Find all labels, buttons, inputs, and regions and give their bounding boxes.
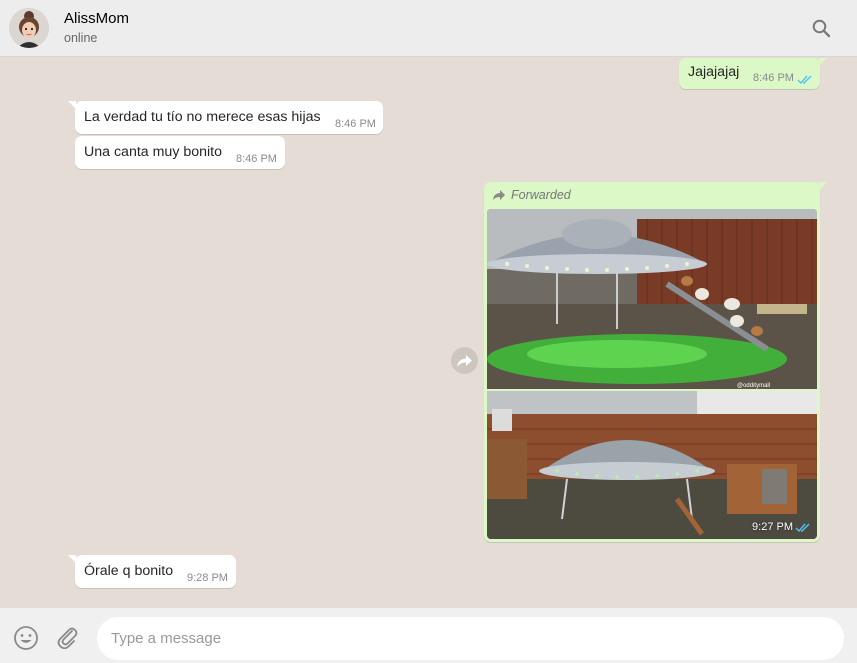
bubble-tail [68,101,76,109]
message-input[interactable] [97,617,844,660]
chat-messages[interactable]: Jajajajaj 8:46 PM La verdad tu tío no me… [0,57,857,608]
contact-status: online [64,31,98,45]
bubble-tail [819,58,827,66]
message-time: 9:27 PM [752,521,793,533]
message-composer [0,608,857,663]
read-ticks-icon [797,73,813,85]
image-watermark: @odditymall [737,383,770,389]
emoji-icon[interactable] [13,625,39,651]
message-text: La verdad tu tío no merece esas hijas [84,109,321,125]
search-icon[interactable] [810,17,834,41]
avatar[interactable] [9,8,49,48]
forward-share-icon[interactable] [451,347,478,374]
message-bubble-incoming[interactable]: Órale q bonito 9:28 PM [68,555,236,588]
message-time: 9:28 PM [187,572,228,584]
message-text: Jajajajaj [688,64,740,80]
message-bubble-outgoing[interactable]: Jajajajaj 8:46 PM [679,58,827,89]
forwarded-icon [492,189,506,201]
paperclip-icon[interactable] [56,625,78,650]
message-time: 8:46 PM [236,153,277,165]
chat-header: AlissMom online [0,0,857,57]
bubble-tail [68,555,76,563]
contact-name[interactable]: AlissMom [64,10,129,27]
message-bubble-image[interactable]: Forwarded @odditymall 9:27 PM [484,182,827,542]
read-ticks-icon [795,521,811,533]
forwarded-label: Forwarded [511,188,571,202]
message-time: 8:46 PM [335,118,376,130]
bubble-tail [819,182,827,190]
message-text: Una canta muy bonito [84,144,223,160]
message-text: Órale q bonito [84,563,174,579]
message-image[interactable]: @odditymall 9:27 PM [487,209,817,539]
message-bubble-incoming[interactable]: Una canta muy bonito 8:46 PM [75,136,285,169]
message-bubble-incoming[interactable]: La verdad tu tío no merece esas hijas 8:… [68,101,383,134]
message-time: 8:46 PM [753,72,794,84]
